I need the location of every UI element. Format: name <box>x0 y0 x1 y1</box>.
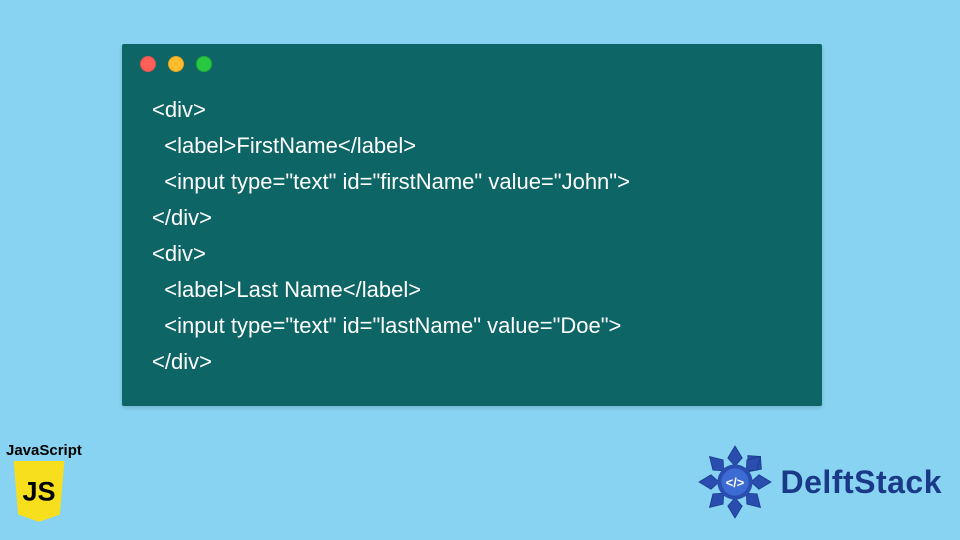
maximize-icon <box>196 56 212 72</box>
javascript-label: JavaScript <box>6 442 88 459</box>
code-line: </div> <box>152 349 212 374</box>
code-line: <label>FirstName</label> <box>152 133 416 158</box>
minimize-icon <box>168 56 184 72</box>
window-titlebar <box>122 44 822 84</box>
code-line: <div> <box>152 97 206 122</box>
delftstack-text: DelftStack <box>781 464 943 501</box>
close-icon <box>140 56 156 72</box>
code-line: <div> <box>152 241 206 266</box>
code-line: </div> <box>152 205 212 230</box>
shield-text: JS <box>22 476 55 506</box>
code-block: <div> <label>FirstName</label> <input ty… <box>122 84 822 380</box>
delftstack-brand: </> DelftStack <box>695 442 943 522</box>
code-window: <div> <label>FirstName</label> <input ty… <box>122 44 822 406</box>
svg-text:</>: </> <box>725 475 744 490</box>
code-line: <input type="text" id="lastName" value="… <box>152 313 621 338</box>
delftstack-logo-icon: </> <box>695 442 775 522</box>
javascript-shield-icon: JS <box>8 461 70 523</box>
code-line: <input type="text" id="firstName" value=… <box>152 169 630 194</box>
code-line: <label>Last Name</label> <box>152 277 421 302</box>
javascript-badge: JavaScript JS <box>6 442 88 528</box>
